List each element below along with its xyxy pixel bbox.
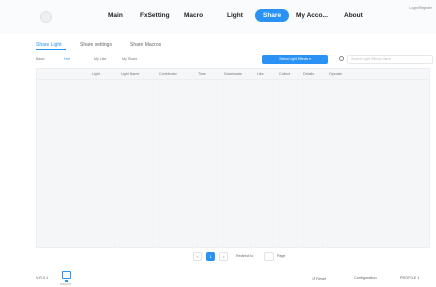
col-time: Time — [198, 72, 206, 76]
reset-icon: ↺ — [312, 277, 316, 281]
light-effects-dropdown[interactable]: Select Light Effects ▾ — [262, 55, 328, 64]
nav-main[interactable]: Main — [108, 12, 123, 19]
nav-my-account[interactable]: My Acco... — [296, 12, 328, 19]
goto-label: Redirect to — [236, 254, 254, 258]
reset-button[interactable]: ↺ Reset — [312, 276, 326, 281]
col-downloads: Downloads — [224, 72, 242, 76]
profile-selector[interactable]: PROFILE 1 — [400, 276, 419, 280]
version-text: V.R.0.1 — [36, 276, 49, 280]
footer-bar: V.R.0.1 DISCON ↺ Reset Configuration PRO… — [0, 268, 436, 287]
filter-basic[interactable]: Basic — [36, 57, 45, 61]
search-input[interactable]: Search Light Effects Name — [347, 55, 433, 64]
login-register-link[interactable]: Login/Register — [409, 6, 432, 10]
next-page-button[interactable]: > — [219, 252, 228, 261]
page-label: Page — [277, 254, 286, 258]
column-divider — [253, 80, 254, 248]
column-divider — [155, 80, 156, 248]
column-divider — [325, 80, 326, 248]
col-light-name: Light Name — [121, 72, 140, 76]
app-logo-icon — [40, 11, 52, 23]
col-collect: Collect — [279, 72, 290, 76]
filter-my-share[interactable]: My Share — [122, 57, 137, 61]
col-details: Details — [303, 72, 314, 76]
tab-share-light[interactable]: Share Light — [36, 42, 62, 48]
tab-share-macros[interactable]: Share Macros — [130, 42, 161, 48]
device-monitor-icon[interactable] — [62, 271, 71, 282]
col-light: Light — [92, 72, 100, 76]
column-divider — [299, 80, 300, 248]
column-divider — [220, 80, 221, 248]
goto-page-input[interactable] — [264, 252, 274, 261]
tab-share-settings[interactable]: Share settings — [80, 42, 112, 48]
device-status-label: DISCON — [60, 282, 71, 286]
filter-my-like[interactable]: My Like — [94, 57, 106, 61]
active-tab-underline — [36, 49, 66, 50]
col-operate: Operate — [329, 72, 342, 76]
top-navigation-bar: Main FxSetting Macro Light Share My Acco… — [0, 0, 436, 34]
filter-row: Basic Hot My Like My Share Select Light … — [36, 55, 436, 65]
table-header: Light Light Name Contributor Time Downlo… — [36, 68, 430, 80]
col-contributor: Contributor — [159, 72, 177, 76]
nav-fxsetting[interactable]: FxSetting — [140, 12, 170, 19]
configuration-button[interactable]: Configuration — [354, 276, 377, 280]
filter-hot[interactable]: Hot — [64, 57, 70, 61]
column-divider — [117, 80, 118, 248]
nav-about[interactable]: About — [344, 12, 363, 19]
nav-macro[interactable]: Macro — [184, 12, 203, 19]
table-body — [36, 80, 430, 248]
column-divider — [194, 80, 195, 248]
dropdown-label: Select Light Effects — [279, 57, 309, 61]
prev-page-button[interactable]: < — [193, 252, 202, 261]
chevron-down-icon: ▾ — [309, 57, 311, 61]
search-placeholder: Search Light Effects Name — [351, 57, 392, 61]
page-1-button[interactable]: 1 — [206, 252, 215, 261]
nav-share[interactable]: Share — [255, 9, 290, 22]
col-like: Like — [257, 72, 264, 76]
reset-label: Reset — [316, 277, 327, 281]
search-icon[interactable] — [339, 56, 344, 61]
column-divider — [275, 80, 276, 248]
nav-light[interactable]: Light — [227, 12, 243, 19]
